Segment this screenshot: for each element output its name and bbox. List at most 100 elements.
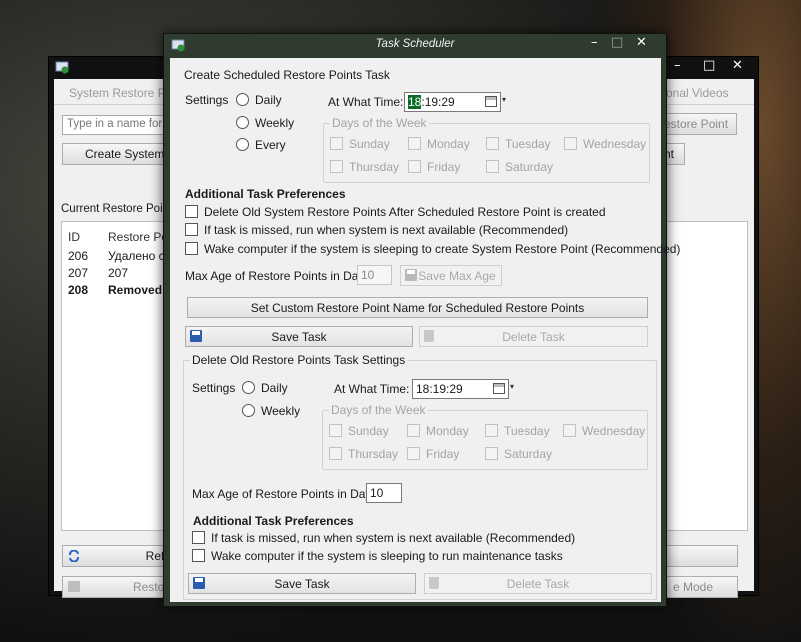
- dialog-titlebar[interactable]: Task Scheduler – □ ✕: [164, 34, 666, 58]
- row-name: Удалено с: [108, 249, 165, 263]
- weekly-radio[interactable]: [236, 116, 249, 129]
- delete-old-task-group: Delete Old Restore Points Task Settings …: [183, 353, 657, 600]
- restore-icon: [68, 581, 80, 592]
- saturday-checkbox[interactable]: [486, 160, 499, 173]
- settings-label: Settings: [192, 381, 236, 395]
- thursday-checkbox[interactable]: [330, 160, 343, 173]
- sunday-label: Sunday: [348, 424, 389, 438]
- time-picker[interactable]: 18:19:29 ▾: [412, 379, 514, 399]
- delete-task-label: Delete Task: [502, 330, 565, 344]
- close-icon[interactable]: ✕: [636, 35, 647, 50]
- tuesday-label: Tuesday: [505, 137, 551, 151]
- max-age-input[interactable]: 10: [357, 265, 392, 285]
- minimize-icon[interactable]: –: [591, 35, 598, 50]
- run-if-missed-checkbox[interactable]: [185, 223, 198, 236]
- dropdown-arrow-icon: ▾: [509, 382, 514, 391]
- friday-checkbox[interactable]: [407, 447, 420, 460]
- sunday-checkbox[interactable]: [329, 424, 342, 437]
- additional-prefs-heading: Additional Task Preferences: [193, 514, 354, 528]
- run-if-missed-label: If task is missed, run when system is ne…: [211, 531, 576, 545]
- max-age-input[interactable]: 10: [366, 483, 402, 503]
- max-age-label: Max Age of Restore Points in Days:: [185, 269, 374, 283]
- wednesday-checkbox[interactable]: [564, 137, 577, 150]
- monday-label: Monday: [426, 424, 469, 438]
- column-header-restore-point[interactable]: Restore Poi: [108, 230, 171, 244]
- task-scheduler-dialog: Task Scheduler – □ ✕ Create Scheduled Re…: [163, 33, 680, 607]
- save-task-label: Save Task: [274, 577, 330, 591]
- save-task-label: Save Task: [271, 330, 327, 344]
- monday-checkbox[interactable]: [408, 137, 421, 150]
- friday-checkbox[interactable]: [408, 160, 421, 173]
- wednesday-label: Wednesday: [582, 424, 646, 438]
- calendar-icon[interactable]: [493, 383, 505, 394]
- right-action-button-1[interactable]: [666, 545, 738, 567]
- settings-label: Settings: [185, 93, 229, 107]
- time-hour-segment: 18: [408, 95, 422, 109]
- safe-mode-button[interactable]: e Mode: [666, 576, 738, 598]
- delete-group-title: Delete Old Restore Points Task Settings: [190, 353, 408, 367]
- delete-task-button[interactable]: Delete Task: [419, 326, 648, 347]
- every-radio[interactable]: [236, 138, 249, 151]
- tab-videos[interactable]: onal Videos: [658, 83, 737, 103]
- friday-label: Friday: [427, 160, 461, 174]
- time-label: At What Time:: [328, 95, 404, 109]
- custom-name-button[interactable]: Set Custom Restore Point Name for Schedu…: [187, 297, 648, 318]
- wednesday-checkbox[interactable]: [563, 424, 576, 437]
- weekly-label: Weekly: [255, 116, 295, 130]
- create-restore-point-button[interactable]: Create System R: [62, 143, 170, 165]
- close-icon[interactable]: ✕: [732, 58, 743, 73]
- saturday-label: Saturday: [505, 160, 554, 174]
- delete-old-checkbox[interactable]: [185, 205, 198, 218]
- weekly-radio[interactable]: [242, 404, 255, 417]
- save-max-age-button[interactable]: Save Max Age: [400, 265, 502, 286]
- save-task-button[interactable]: Save Task: [188, 573, 416, 594]
- save-icon: [405, 269, 417, 281]
- sunday-label: Sunday: [349, 137, 390, 151]
- minimize-icon[interactable]: –: [674, 58, 681, 73]
- wednesday-label: Wednesday: [583, 137, 647, 151]
- thursday-label: Thursday: [348, 447, 399, 461]
- monday-checkbox[interactable]: [407, 424, 420, 437]
- app-icon: [55, 61, 69, 74]
- create-task-heading: Create Scheduled Restore Points Task: [184, 68, 390, 82]
- dialog-body: Create Scheduled Restore Points Task Set…: [170, 58, 680, 602]
- delete-task-button[interactable]: Delete Task: [424, 573, 652, 594]
- days-group-title: Days of the Week: [330, 116, 429, 130]
- daily-radio[interactable]: [236, 93, 249, 106]
- restore-name-input[interactable]: Type in a name for yo: [62, 115, 172, 135]
- daily-radio[interactable]: [242, 381, 255, 394]
- maximize-icon[interactable]: □: [703, 58, 715, 73]
- wake-computer-checkbox[interactable]: [192, 549, 205, 562]
- tuesday-checkbox[interactable]: [486, 137, 499, 150]
- tuesday-checkbox[interactable]: [485, 424, 498, 437]
- trash-icon: [429, 577, 439, 589]
- monday-label: Monday: [427, 137, 470, 151]
- restore-point-button[interactable]: estore Point: [657, 113, 737, 135]
- wake-computer-checkbox[interactable]: [185, 242, 198, 255]
- row-name: 207: [108, 266, 129, 280]
- time-label: At What Time:: [334, 382, 410, 396]
- maximize-icon: □: [611, 35, 624, 50]
- weekly-label: Weekly: [261, 404, 301, 418]
- run-if-missed-checkbox[interactable]: [192, 531, 205, 544]
- save-task-button[interactable]: Save Task: [185, 326, 413, 347]
- additional-prefs-heading: Additional Task Preferences: [185, 187, 346, 201]
- thursday-checkbox[interactable]: [329, 447, 342, 460]
- row-id: 206: [68, 249, 89, 263]
- save-icon: [193, 577, 205, 589]
- saturday-checkbox[interactable]: [485, 447, 498, 460]
- save-icon: [190, 330, 202, 342]
- max-age-label: Max Age of Restore Points in Days:: [192, 487, 381, 501]
- time-picker[interactable]: 18:19:29 ▾: [404, 92, 506, 112]
- wake-computer-label: Wake computer if the system is sleeping …: [211, 549, 563, 563]
- every-label: Every: [255, 138, 286, 152]
- delete-task-label: Delete Task: [506, 577, 570, 591]
- saturday-label: Saturday: [504, 447, 553, 461]
- trash-icon: [424, 330, 434, 342]
- days-of-week-group: Days of the Week Sunday Monday Tuesday W…: [323, 116, 650, 183]
- calendar-icon[interactable]: [485, 96, 497, 107]
- sunday-checkbox[interactable]: [330, 137, 343, 150]
- time-value: 18:19:29: [416, 382, 463, 396]
- column-header-id[interactable]: ID: [68, 230, 80, 244]
- row-id: 207: [68, 266, 89, 280]
